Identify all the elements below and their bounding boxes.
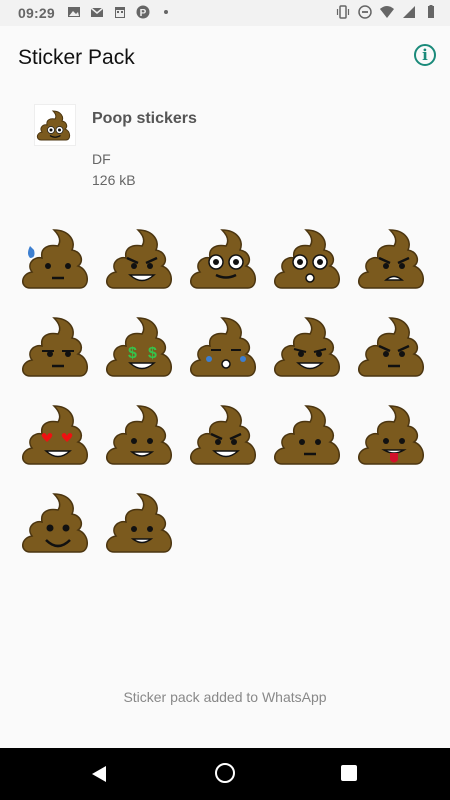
sticker-heart-eyes[interactable] [18,394,98,474]
sticker-frown[interactable] [354,306,434,386]
status-message: Sticker pack added to WhatsApp [123,689,327,705]
sticker-crying[interactable] [186,306,266,386]
sticker-smile[interactable] [102,394,182,474]
recent-apps-icon[interactable] [341,765,357,781]
do-not-disturb-icon [358,5,372,19]
app-bar: Sticker Pack i [0,26,450,86]
svg-text:$: $ [148,345,157,362]
svg-text:P: P [140,8,147,19]
info-icon[interactable]: i [414,44,436,66]
back-icon[interactable] [90,765,108,783]
sticker-grin-small[interactable] [102,482,182,562]
sticker-wide-eyes[interactable] [186,218,266,298]
battery-icon [428,5,434,18]
sticker-sweat[interactable] [18,218,98,298]
sticker-grin[interactable] [102,218,182,298]
pack-size: 126 kB [92,172,136,188]
p-icon: P [136,5,150,19]
status-time: 09:29 [18,5,55,21]
dot-icon [164,10,168,14]
svg-text:$: $ [128,345,137,362]
gmail-icon [90,7,104,17]
calendar-icon [115,7,125,18]
pack-tray-icon [34,104,76,146]
sticker-smirk[interactable] [270,306,350,386]
sticker-happy[interactable] [18,482,98,562]
signal-icon [403,6,415,18]
sticker-unamused[interactable] [18,306,98,386]
pack-publisher: DF [92,151,111,167]
sticker-surprised[interactable] [270,218,350,298]
page-title: Sticker Pack [18,46,135,69]
sticker-money-eyes[interactable]: $ $ [102,306,182,386]
vibrate-icon [336,5,350,19]
status-bar: 09:29 P [0,0,450,26]
sticker-tongue[interactable] [354,394,434,474]
home-icon[interactable] [215,763,235,783]
sticker-neutral[interactable] [270,394,350,474]
pack-name: Poop stickers [92,110,197,127]
navigation-bar [0,748,450,800]
image-icon [68,7,80,17]
wifi-icon [380,6,394,18]
sticker-evil-grin[interactable] [186,394,266,474]
sticker-angry[interactable] [354,218,434,298]
